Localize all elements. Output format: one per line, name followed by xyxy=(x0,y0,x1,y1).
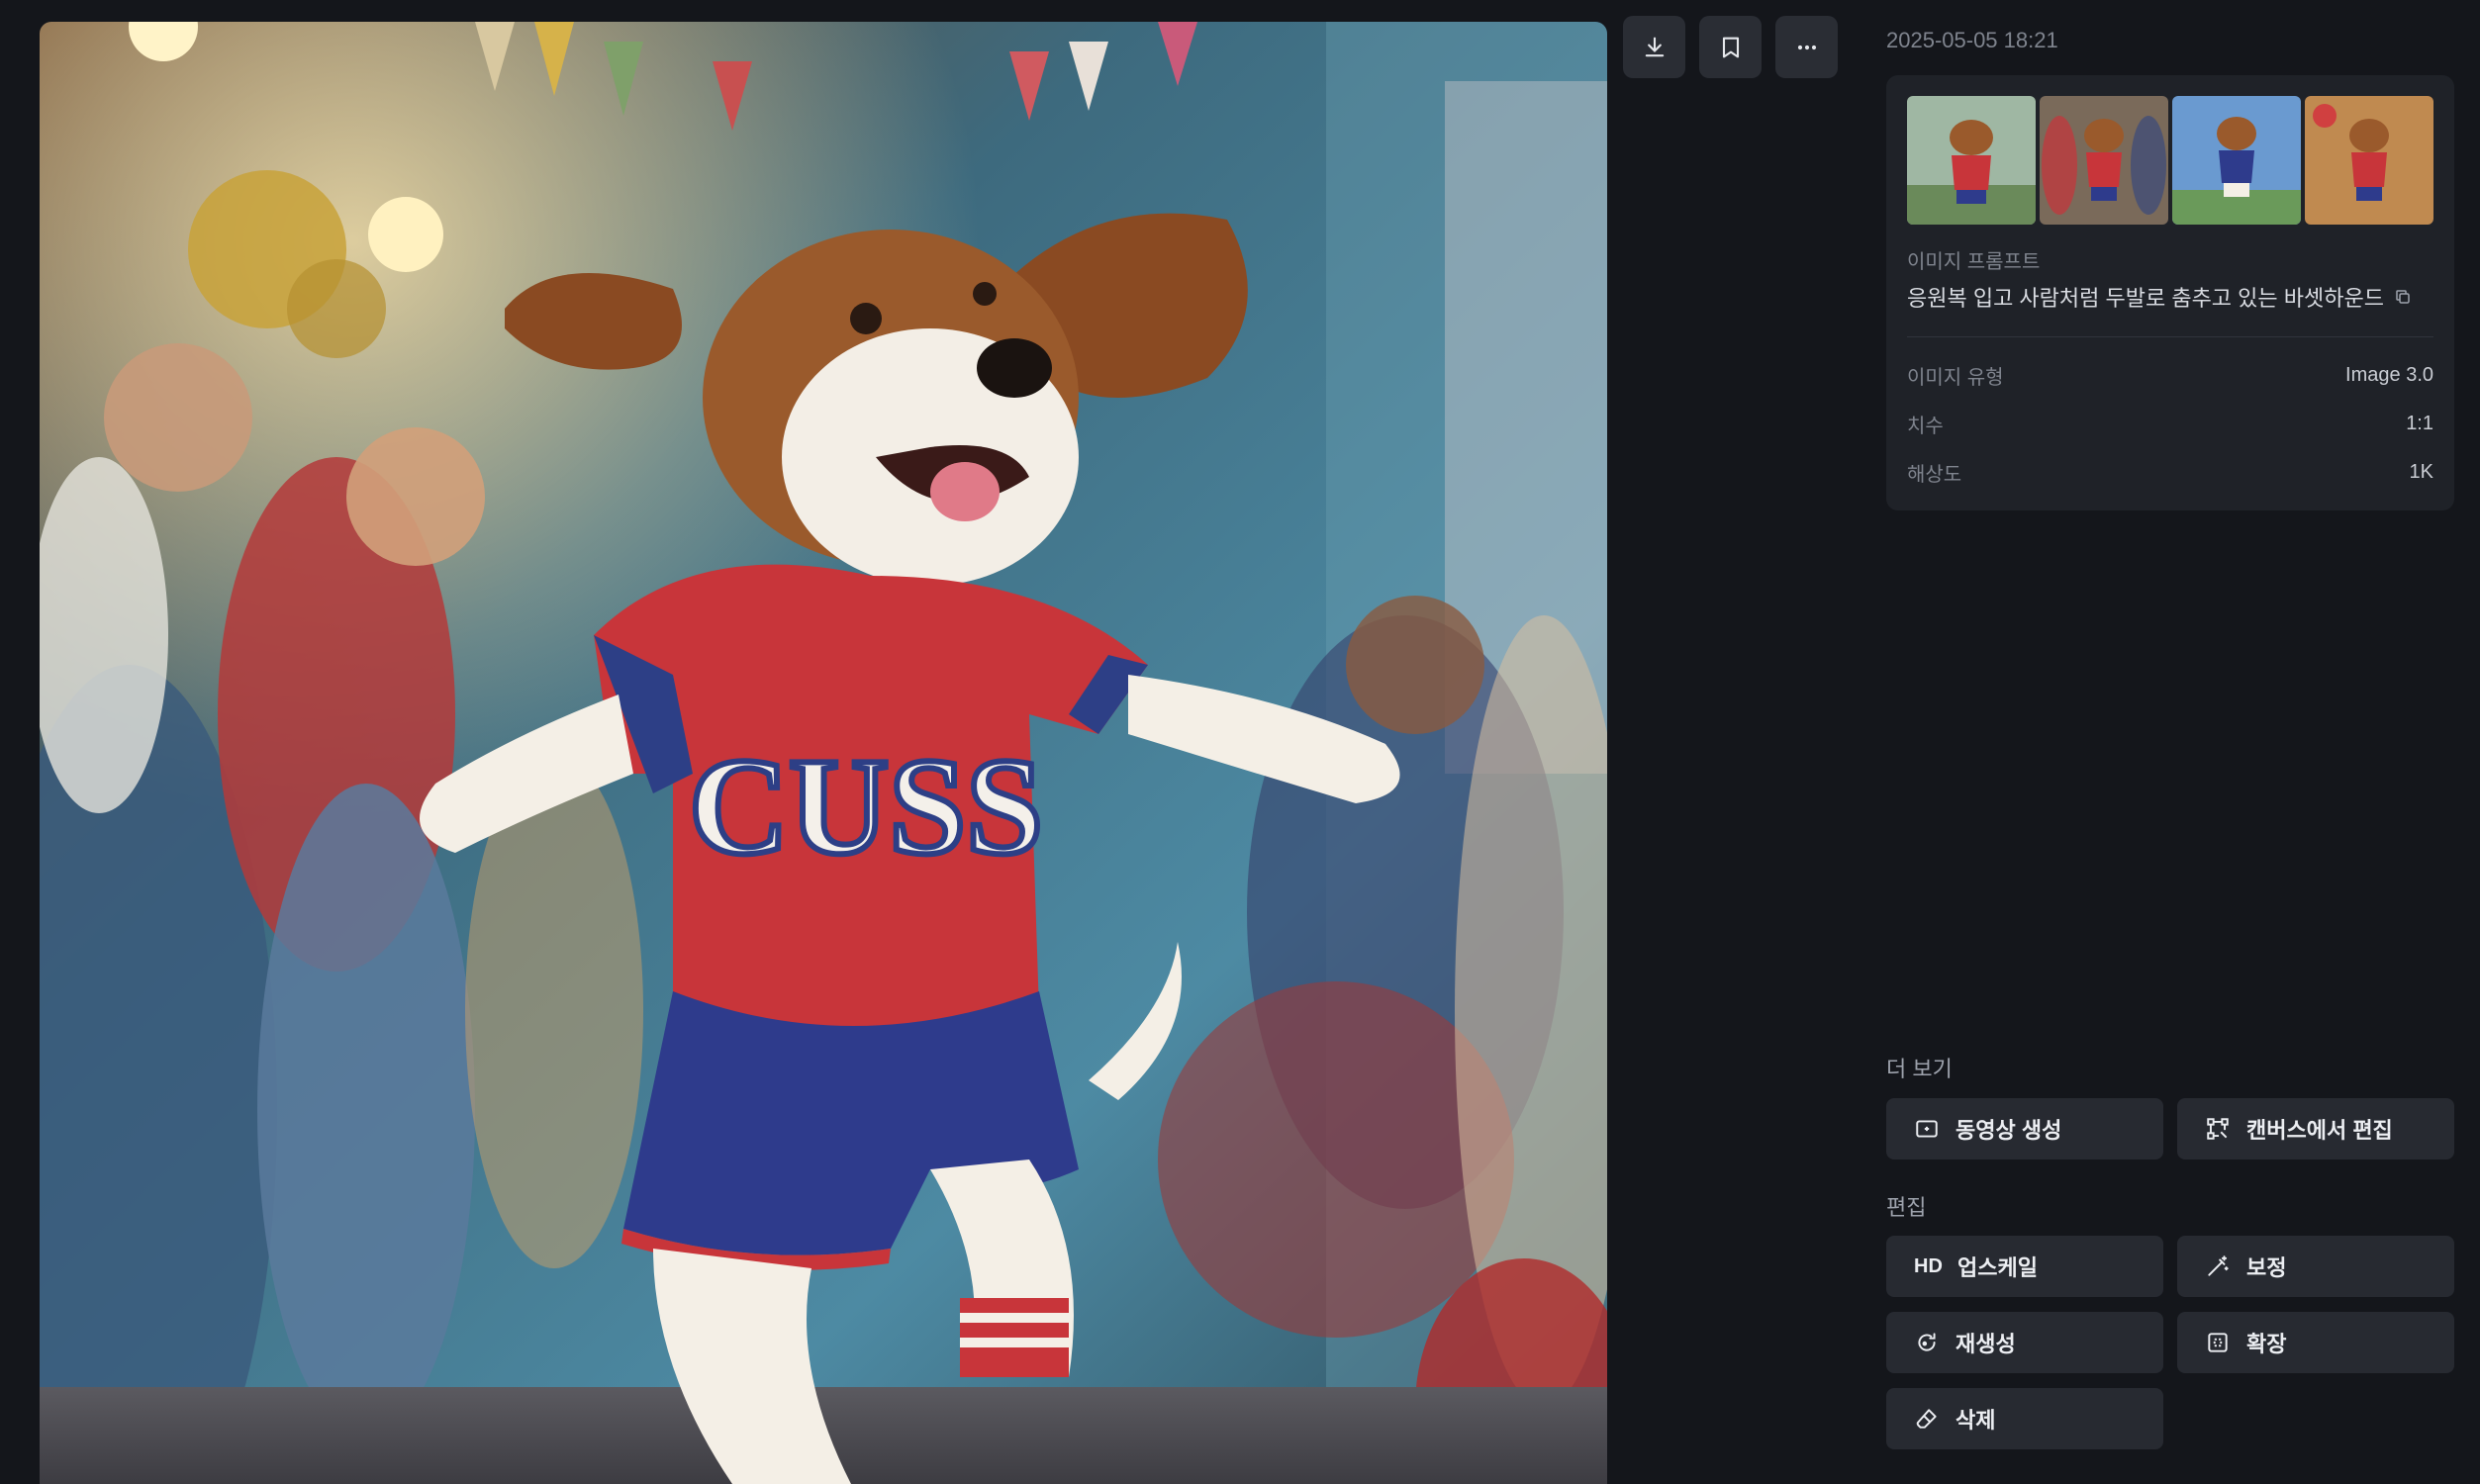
created-timestamp: 2025-05-05 18:21 xyxy=(1886,28,2058,52)
download-icon xyxy=(1645,37,1664,56)
thumbnail-3[interactable] xyxy=(2172,96,2301,225)
thumbnail-2[interactable] xyxy=(2040,96,2168,225)
expand-icon xyxy=(2208,1333,2228,1352)
meta-value: 1K xyxy=(2409,460,2433,483)
thumbnail-image xyxy=(1907,96,2036,225)
edit-in-canvas-button[interactable]: 캔버스에서 편집 xyxy=(2177,1098,2454,1159)
shirt-lettering: CUSS xyxy=(689,730,1043,883)
thumbnail-4[interactable] xyxy=(2305,96,2433,225)
retouch-button[interactable]: 보정 xyxy=(2177,1236,2454,1297)
expand-button[interactable]: 확장 xyxy=(2177,1312,2454,1373)
meta-key: 해상도 xyxy=(1907,463,1962,486)
erase-button[interactable]: 삭제 xyxy=(1886,1388,2163,1449)
download-button[interactable] xyxy=(1623,16,1685,78)
main-generated-image[interactable]: CUSS xyxy=(40,22,1607,1484)
expand-label: 확장 xyxy=(2246,1332,2287,1356)
more-options-button[interactable] xyxy=(1775,16,1838,78)
image-toolbar xyxy=(1623,16,1838,78)
generate-video-button[interactable]: 동영상 생성 xyxy=(1886,1098,2163,1159)
retouch-label: 보정 xyxy=(2246,1255,2287,1280)
canvas-edit-icon xyxy=(2207,1118,2229,1140)
image-detail-view: CUSS 2025-05-05 18:21 이미지 프롬프트 응원복 입고 사람… xyxy=(0,0,2480,1484)
meta-key: 이미지 유형 xyxy=(1907,366,2004,389)
variation-thumbnails xyxy=(1907,96,2433,225)
prompt-text: 응원복 입고 사람처럼 두발로 춤추고 있는 바셋하운드 xyxy=(1907,281,2412,313)
upscale-label: 업스케일 xyxy=(1957,1255,2038,1280)
meta-value: 1:1 xyxy=(2406,412,2433,434)
dancing-dog-illustration: CUSS xyxy=(40,22,1607,1484)
regenerate-button[interactable]: 재생성 xyxy=(1886,1312,2163,1373)
bookmark-button[interactable] xyxy=(1699,16,1762,78)
meta-row-resolution: 해상도 1K xyxy=(1907,457,2433,487)
meta-key: 치수 xyxy=(1907,415,1944,437)
thumbnail-image xyxy=(2040,96,2168,225)
image-info-card: 이미지 프롬프트 응원복 입고 사람처럼 두발로 춤추고 있는 바셋하운드 이미… xyxy=(1886,75,2454,510)
thumbnail-image xyxy=(2172,96,2301,225)
erase-label: 삭제 xyxy=(1955,1408,1996,1433)
edit-section-title: 편집 xyxy=(1886,1195,1927,1220)
regenerate-icon xyxy=(1918,1333,1936,1351)
generate-video-label: 동영상 생성 xyxy=(1955,1118,2062,1143)
meta-row-dimensions: 치수 1:1 xyxy=(1907,409,2433,438)
thumbnail-1[interactable] xyxy=(1907,96,2036,225)
hd-icon: HD xyxy=(1914,1254,1943,1277)
eraser-icon xyxy=(1916,1409,1937,1429)
meta-value: Image 3.0 xyxy=(2345,363,2433,386)
copy-icon[interactable] xyxy=(2394,288,2412,306)
prompt-label: 이미지 프롬프트 xyxy=(1907,251,2041,273)
meta-row-image-type: 이미지 유형 Image 3.0 xyxy=(1907,360,2433,390)
thumbnail-image xyxy=(2305,96,2433,225)
edit-in-canvas-label: 캔버스에서 편집 xyxy=(2246,1118,2393,1143)
more-section-title: 더 보기 xyxy=(1886,1057,1953,1081)
bookmark-icon xyxy=(1722,37,1739,57)
more-horizontal-icon xyxy=(1797,45,1816,49)
card-divider xyxy=(1907,336,2433,337)
details-panel: 2025-05-05 18:21 이미지 프롬프트 응원복 입고 사람처럼 두발… xyxy=(1886,0,2454,1484)
video-add-icon xyxy=(1916,1120,1938,1138)
prompt-text-value: 응원복 입고 사람처럼 두발로 춤추고 있는 바셋하운드 xyxy=(1907,286,2384,311)
magic-wand-icon xyxy=(2208,1255,2229,1276)
upscale-button[interactable]: HD 업스케일 xyxy=(1886,1236,2163,1297)
regenerate-label: 재생성 xyxy=(1955,1332,2016,1356)
